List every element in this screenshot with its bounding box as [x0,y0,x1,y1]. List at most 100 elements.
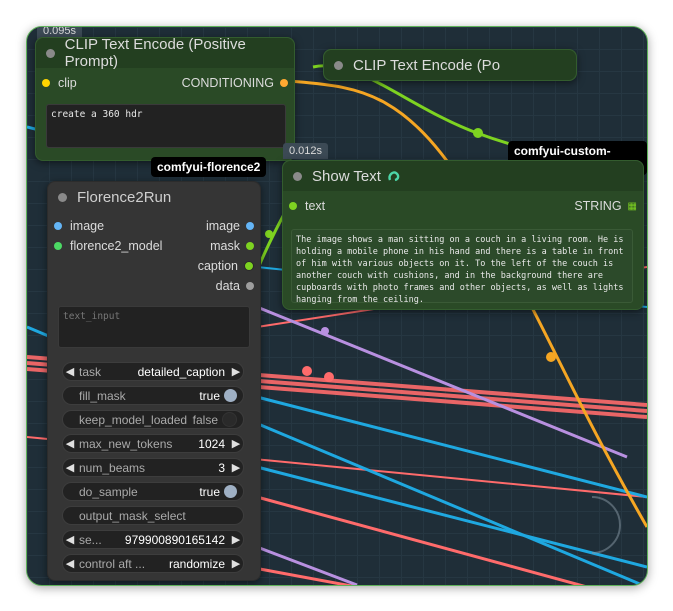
link-purple-2 [256,545,358,585]
clip-node-2-header[interactable]: CLIP Text Encode (Po [324,50,576,80]
do-sample-value: true [199,484,220,499]
conditioning-output-label: CONDITIONING [181,76,274,90]
link-purple-midpoint [321,327,329,335]
right-arrow-icon[interactable]: ▶ [229,437,243,450]
show-text-title: Show Text [312,167,381,185]
clip-input-slot[interactable]: clip [42,76,77,90]
do-sample-label: do_sample [79,484,138,499]
task-value: detailed_caption [137,364,225,379]
right-arrow-icon[interactable]: ▶ [229,557,243,570]
output-mask-select-label: output_mask_select [79,508,186,523]
toggle-on-icon[interactable] [224,485,237,498]
link-orange-midpoint [546,352,556,362]
left-arrow-icon[interactable]: ◀ [63,461,77,474]
right-arrow-icon[interactable]: ▶ [229,365,243,378]
clip-text-encode-node[interactable]: CLIP Text Encode (Positive Prompt) clip … [35,36,295,161]
collapse-dot-icon[interactable] [58,192,67,202]
control-after-generate-combo[interactable]: ◀ control aft ... randomize ▶ [62,554,244,573]
clip-input-label: clip [58,76,77,90]
link-purple-1 [256,305,628,459]
collapse-dot-icon[interactable] [46,48,55,58]
num-beams-label: num_beams [79,460,146,475]
grid-icon[interactable]: ▦ [628,201,637,212]
collapse-dot-icon[interactable] [334,60,343,70]
florence-pack-badge: comfyui-florence2 [151,157,267,177]
collapse-dot-icon[interactable] [293,171,302,181]
max-new-tokens-label: max_new_tokens [79,436,173,451]
caption-output-icon[interactable] [244,261,254,271]
left-arrow-icon[interactable]: ◀ [63,437,77,450]
seed-value: 979900890165142 [124,532,225,547]
show-text-output[interactable]: The image shows a man sitting on a couch… [291,229,633,305]
clip-text-encode-node-2[interactable]: CLIP Text Encode (Po [323,49,577,81]
show-text-node[interactable]: Show Text text STRING ▦ The image shows … [282,160,644,310]
caption-output-slot[interactable]: caption [198,259,254,273]
model-input-label: florence2_model [70,239,163,253]
keep-model-loaded-value: false [192,412,218,427]
image-input-label: image [70,219,105,233]
data-output-slot[interactable]: data [216,279,254,293]
image-output-label: image [205,219,240,233]
data-output-icon[interactable] [246,282,254,290]
image-output-icon[interactable] [246,222,254,230]
show-text-time: 0.012s [283,143,329,159]
num-beams-number[interactable]: ◀ num_beams 3 ▶ [62,458,244,477]
conditioning-slot-icon[interactable] [280,79,288,87]
keep-model-loaded-label: keep_model_loaded [79,412,188,427]
seed-number[interactable]: ◀ se... 979900890165142 ▶ [62,530,244,549]
clip-text-input[interactable]: create a 360 hdr [46,104,286,148]
watermark-logo-bottom [591,496,621,554]
text-slot-icon[interactable] [289,202,297,210]
workflow-canvas[interactable]: 0.095s CLIP Text Encode (Positive Prompt… [26,26,648,586]
image-slot-icon[interactable] [54,222,62,230]
output-mask-select-field[interactable]: output_mask_select [62,506,244,525]
left-arrow-icon[interactable]: ◀ [63,533,77,546]
model-slot-icon[interactable] [54,242,62,250]
clip-node-2-title: CLIP Text Encode (Po [353,56,501,74]
clip-node-title: CLIP Text Encode (Positive Prompt) [64,36,246,70]
image-output-slot[interactable]: image [206,219,254,233]
link-green-midpoint-2 [265,230,273,238]
left-arrow-icon[interactable]: ◀ [63,365,77,378]
link-green-midpoint [473,128,483,138]
max-new-tokens-value: 1024 [198,436,225,451]
max-new-tokens-number[interactable]: ◀ max_new_tokens 1024 ▶ [62,434,244,453]
image-input-slot[interactable]: image [54,219,104,233]
fill-mask-label: fill_mask [79,388,126,403]
text-input-slot[interactable]: text [289,199,325,213]
text-input-field[interactable]: text_input [58,306,250,348]
model-input-slot[interactable]: florence2_model [54,239,162,253]
link-red-midpoint-2 [324,372,334,382]
conditioning-output-slot[interactable]: CONDITIONING [182,76,288,90]
fill-mask-toggle[interactable]: fill_mask true [62,386,244,405]
clip-slot-icon[interactable] [42,79,50,87]
left-arrow-icon[interactable]: ◀ [63,557,77,570]
control-after-label: control aft ... [79,556,146,571]
string-output-slot[interactable]: STRING ▦ [574,199,637,213]
fill-mask-value: true [199,388,220,403]
text-input-label: text [305,199,326,213]
right-arrow-icon[interactable]: ▶ [229,461,243,474]
toggle-off-icon[interactable] [222,412,237,427]
clip-node-header[interactable]: CLIP Text Encode (Positive Prompt) [36,36,294,70]
mask-output-icon[interactable] [246,242,254,250]
mask-output-label: mask [210,239,240,253]
florence-header[interactable]: Florence2Run [48,182,260,212]
florence2run-node[interactable]: Florence2Run image florence2_model image… [47,181,261,581]
task-label: task [79,364,102,379]
control-after-value: randomize [168,556,225,571]
do-sample-toggle[interactable]: do_sample true [62,482,244,501]
caption-output-label: caption [197,259,238,273]
keep-model-loaded-toggle[interactable]: keep_model_loaded false [62,410,244,429]
show-text-header[interactable]: Show Text [283,161,643,191]
data-output-label: data [215,279,240,293]
mask-output-slot[interactable]: mask [210,239,254,253]
link-red-midpoint-1 [302,366,312,376]
toggle-on-icon[interactable] [224,389,237,402]
right-arrow-icon[interactable]: ▶ [229,533,243,546]
task-combo[interactable]: ◀ task detailed_caption ▶ [62,362,244,381]
string-output-label: STRING [574,199,622,213]
seed-label: se... [79,532,102,547]
num-beams-value: 3 [218,460,225,475]
florence-title: Florence2Run [77,188,172,206]
